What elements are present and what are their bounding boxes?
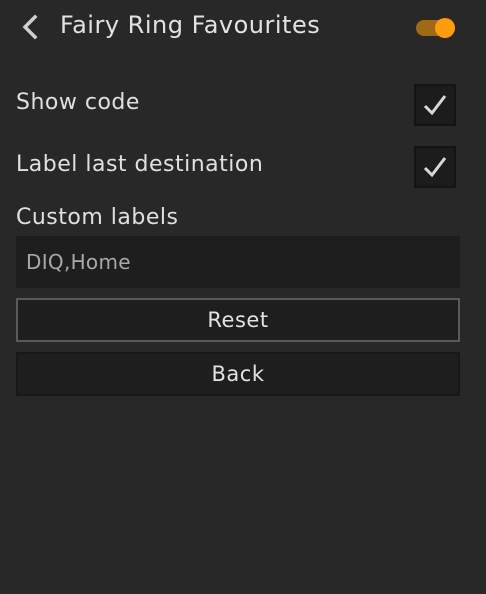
reset-button[interactable]: Reset <box>16 298 460 342</box>
chevron-left-icon[interactable] <box>18 12 46 42</box>
setting-row-show-code: Show code <box>0 84 486 128</box>
back-button[interactable]: Back <box>16 352 460 396</box>
plugin-toggle[interactable] <box>414 17 456 39</box>
page-title: Fairy Ring Favourites <box>60 11 321 39</box>
show-code-checkbox[interactable] <box>414 84 456 126</box>
label-last-destination-checkbox[interactable] <box>414 146 456 188</box>
panel-header: Fairy Ring Favourites <box>0 0 486 56</box>
label-last-destination-label: Label last destination <box>16 152 264 177</box>
custom-labels-label: Custom labels <box>16 205 179 230</box>
checkmark-icon <box>423 157 447 178</box>
setting-row-label-last-destination: Label last destination <box>0 146 486 190</box>
checkmark-icon <box>423 95 447 116</box>
show-code-label: Show code <box>16 90 140 115</box>
custom-labels-input[interactable] <box>16 236 460 288</box>
toggle-knob <box>435 18 455 38</box>
